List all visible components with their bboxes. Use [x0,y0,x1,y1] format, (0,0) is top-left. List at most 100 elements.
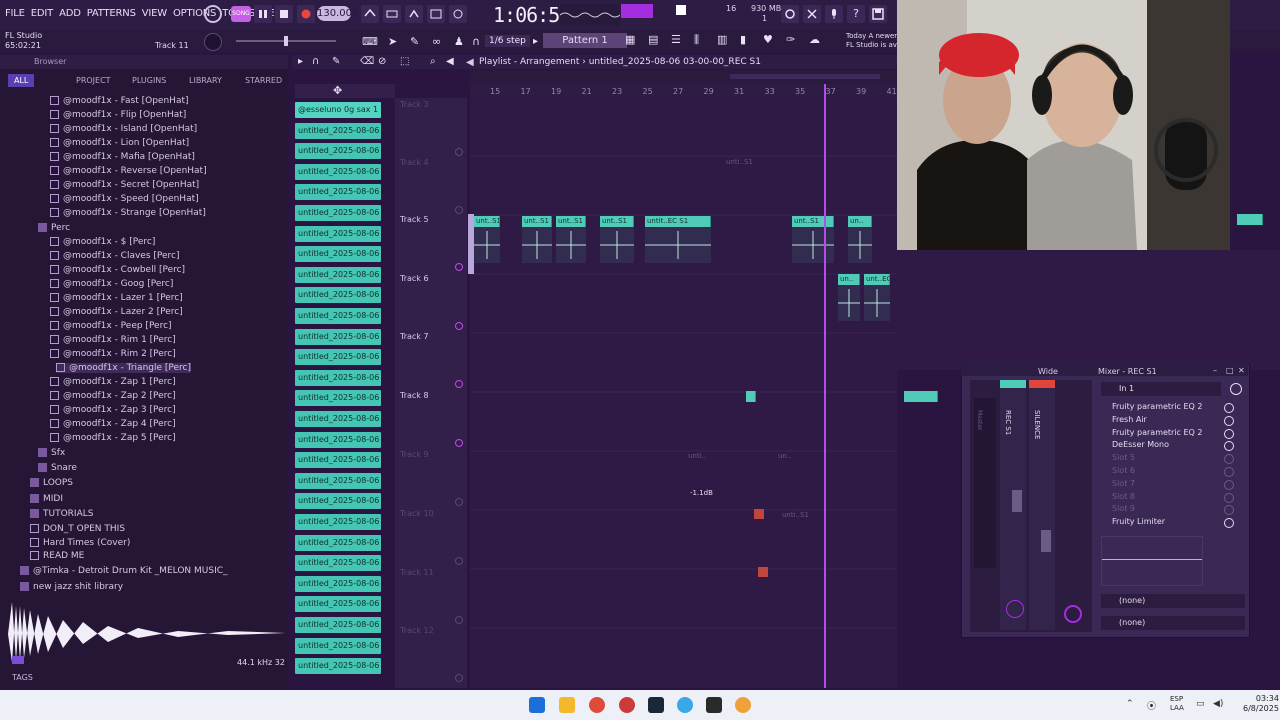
browser-file[interactable]: Hard Times (Cover) [30,538,130,548]
mixer-window-icon[interactable]: ⫼ [694,33,699,47]
fx-slot[interactable]: Slot 9 [1112,504,1135,513]
track-name[interactable]: Track 6 [400,274,429,283]
channel-button[interactable]: untitled_2025-08-06 03- [295,369,381,386]
browser-folder[interactable]: TUTORIALS [30,509,93,519]
clip-waveform[interactable] [522,227,552,263]
browser-file[interactable]: @moodf1x - Zap 2 [Perc] [50,391,176,401]
arrow-right-icon[interactable]: ➤ [388,35,397,48]
audio-clip[interactable]: unt..EC S1 [864,274,890,285]
browser-file[interactable]: @moodf1x - Zap 5 [Perc] [50,433,176,443]
track-mute-dot[interactable] [455,498,463,506]
browser-tab-starred[interactable]: STARRED [245,76,282,85]
fx-slot-enable-icon[interactable] [1224,492,1234,503]
steam-icon[interactable] [648,697,664,713]
muted-clip[interactable]: unti.. [688,452,706,460]
fx-slot[interactable]: Slot 5 [1112,453,1135,462]
menu-file[interactable]: FILE [5,8,25,19]
browser-file[interactable]: @moodf1x - Zap 1 [Perc] [50,377,176,387]
save-icon[interactable] [869,5,887,23]
loop-record-icon[interactable] [449,5,467,23]
channel-button[interactable]: untitled_2025-08-06 02- [295,308,381,324]
tools-icon[interactable] [803,5,821,23]
browser-file[interactable]: @moodf1x - Flip [OpenHat] [50,110,186,120]
fx-slot[interactable]: Fruity Limiter [1112,517,1165,526]
clip-waveform[interactable] [645,227,711,263]
audio-clip[interactable]: unt..S1 [522,216,552,227]
help-icon[interactable]: ? [847,5,865,23]
channel-button[interactable]: untitled_2025-08-06 03- [295,596,381,613]
browser-file[interactable]: @moodf1x - Rim 1 [Perc] [50,335,176,345]
track-name[interactable]: Track 3 [400,100,429,109]
fx-slot[interactable]: Slot 7 [1112,479,1135,488]
browser-file[interactable]: @moodf1x - Triangle [Perc] [56,363,192,373]
track-mute-dot[interactable] [455,322,463,330]
browser-file[interactable]: @moodf1x - Lazer 2 [Perc] [50,307,183,317]
browser-window-icon[interactable]: ▥ [717,33,727,46]
tray-mic-icon[interactable]: ⦿ [1147,699,1156,712]
audio-clip[interactable]: un.. [838,274,860,285]
channel-button[interactable]: untitled_2025-08-06 02- [295,246,381,263]
browser-folder[interactable]: new jazz shit library [20,582,123,592]
master-volume-slider[interactable] [236,36,336,46]
browser-file[interactable]: @moodf1x - Secret [OpenHat] [50,180,199,190]
channel-button[interactable]: untitled_2025-08-06 03- [295,328,381,345]
menu-patterns[interactable]: PATTERNS [87,8,136,19]
browser-file[interactable]: @moodf1x - Zap 3 [Perc] [50,405,176,415]
mixer-input-select[interactable]: In 1 [1101,382,1221,396]
file-explorer-icon[interactable] [559,697,575,713]
track-name[interactable]: Track 10 [400,509,434,518]
clip-waveform[interactable] [556,227,586,263]
browser-file[interactable]: @moodf1x - Rim 2 [Perc] [50,349,176,359]
browser-file[interactable]: DON_T OPEN THIS [30,524,125,534]
browser-tab-all[interactable]: ALL [8,74,35,87]
track-name[interactable]: Track 12 [400,626,434,635]
channel-button[interactable]: untitled_2025-08-06 03- [295,617,381,633]
clip-waveform[interactable] [474,227,500,263]
rec-fader[interactable] [1012,490,1022,512]
select-tool-icon[interactable]: ⬚ [400,56,409,67]
track-mute-dot[interactable] [455,206,463,214]
channel-button[interactable]: untitled_2025-08-06 03- [295,472,381,489]
clip-waveform[interactable] [848,227,872,263]
refresh-icon[interactable] [781,5,799,23]
fx-slot[interactable]: Slot 6 [1112,466,1135,475]
fx-slot[interactable]: Fruity parametric EQ 2 [1112,402,1202,411]
playhead[interactable] [824,84,826,688]
track-mute-dot[interactable] [455,439,463,447]
browser-tab-project[interactable]: PROJECT [76,76,111,85]
audio-clip[interactable]: untit..EC S1 [645,216,711,227]
pause-button[interactable] [254,5,272,23]
mixer-preset[interactable]: Wide [1038,367,1058,376]
browser-file[interactable]: @moodf1x - Lion [OpenHat] [50,138,189,148]
audio-clip[interactable]: unt..S1 [474,216,500,227]
close-icon[interactable]: ✕ [1238,366,1245,375]
muted-clip[interactable]: unti..S1 [726,158,753,166]
wait-record-icon[interactable] [383,5,401,23]
route-knob[interactable] [1064,605,1082,623]
overview-window[interactable] [730,74,880,79]
muted-marker[interactable] [758,567,768,577]
input-settings-icon[interactable] [1230,383,1242,395]
track-name[interactable]: Track 4 [400,158,429,167]
channel-button[interactable]: untitled_2025-08-06 03- [295,493,381,510]
snap-selector[interactable]: 1/6 step [485,35,530,47]
send-select-1[interactable]: (none) [1101,594,1245,608]
draw-tool-icon[interactable]: ✎ [332,56,340,67]
playlist-grid[interactable] [470,98,897,688]
audio-clip[interactable] [746,391,756,402]
channel-button[interactable]: @esseluno 0g sax 1 [295,102,381,118]
channel-button[interactable]: untitled_2025-08-06 02- [295,266,381,283]
channel-button[interactable]: untitled_2025-08-06 02- [295,143,381,160]
browser-file[interactable]: @moodf1x - Strange [OpenHat] [50,208,206,218]
menu-view[interactable]: VIEW [142,8,167,19]
audio-clip[interactable] [904,391,938,402]
language-indicator[interactable]: ESP LAA [1170,695,1184,713]
playback-tool-icon[interactable]: ◀ [446,56,454,67]
microphone-icon[interactable] [825,5,843,23]
channel-rack-icon[interactable]: ☰ [671,33,681,46]
pencil-icon[interactable]: ✎ [410,35,419,48]
channel-button[interactable]: untitled_2025-08-06 03- [295,431,381,448]
browser-file[interactable]: @moodf1x - Mafia [OpenHat] [50,152,195,162]
channel-button[interactable]: untitled_2025-08-06 02- [295,287,381,304]
pattern-selector[interactable]: Pattern 1 [543,33,627,48]
